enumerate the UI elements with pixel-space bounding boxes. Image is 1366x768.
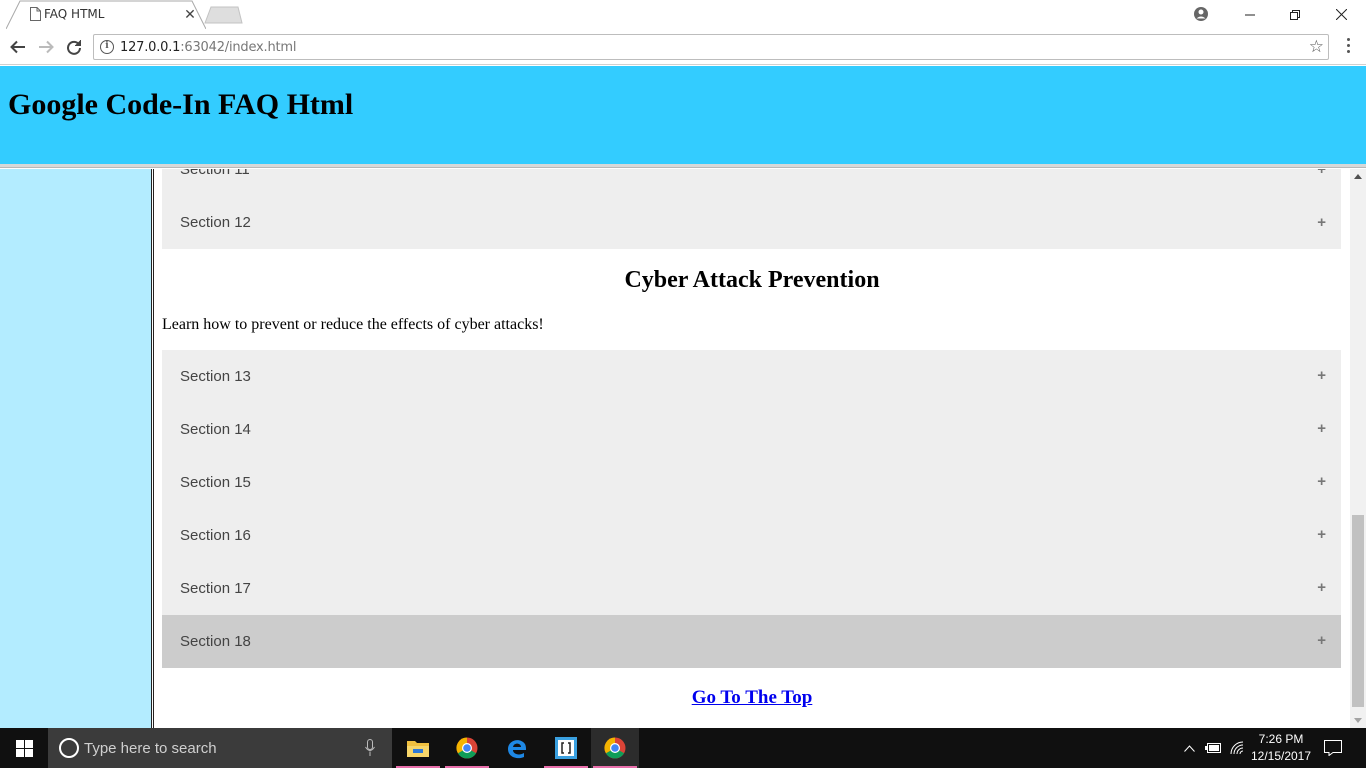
cortana-icon[interactable] xyxy=(59,738,79,758)
scroll-thumb[interactable] xyxy=(1352,515,1364,707)
clock-date: 12/15/2017 xyxy=(1250,749,1312,763)
accordion-button-section-12[interactable]: Section 12 + xyxy=(162,196,1341,249)
plus-icon: + xyxy=(1317,214,1326,231)
header-divider xyxy=(0,164,1366,168)
accordion-label: Section 13 xyxy=(180,368,251,385)
tab-title: FAQ HTML xyxy=(44,7,105,21)
system-clock[interactable]: 7:26 PM 12/15/2017 xyxy=(1246,731,1316,765)
main-content: Section 11 + Section 12 + Cyber Attack P… xyxy=(154,169,1350,728)
chrome-icon xyxy=(456,737,478,759)
notification-icon xyxy=(1324,740,1342,756)
forward-arrow-icon xyxy=(39,40,54,54)
windows-taskbar: Type here to search 7:26 PM 12/15/2017 xyxy=(0,728,1366,768)
scroll-down-arrow-icon[interactable] xyxy=(1354,718,1362,723)
taskbar-file-explorer[interactable] xyxy=(394,728,442,768)
reload-icon xyxy=(67,40,81,55)
taskbar-chrome[interactable] xyxy=(443,728,491,768)
accordion-button-section[interactable]: Section 16 + xyxy=(162,509,1341,562)
browser-tabstrip: FAQ HTML ✕ xyxy=(0,0,1366,29)
plus-icon: + xyxy=(1317,526,1326,543)
accordion-button-section[interactable]: Section 18 + xyxy=(162,615,1341,668)
accordion-button-section-11[interactable]: Section 11 + xyxy=(162,169,1341,196)
taskbar-edge[interactable] xyxy=(493,728,541,768)
section-description: Learn how to prevent or reduce the effec… xyxy=(162,316,544,333)
site-title: Google Code-In FAQ Html xyxy=(8,88,354,121)
back-button[interactable] xyxy=(8,37,28,57)
windows-logo-icon xyxy=(15,739,33,757)
accordion-label: Section 12 xyxy=(180,214,251,231)
taskbar-chrome-active[interactable] xyxy=(591,728,639,768)
scroll-up-arrow-icon[interactable] xyxy=(1354,174,1362,179)
close-window-button[interactable] xyxy=(1318,0,1364,29)
battery-tray-button[interactable] xyxy=(1203,728,1223,768)
wifi-icon xyxy=(1230,741,1243,755)
accordion-button-section[interactable]: Section 17 + xyxy=(162,562,1341,615)
battery-icon xyxy=(1205,743,1221,753)
back-arrow-icon xyxy=(10,40,25,54)
menu-kebab-icon[interactable] xyxy=(1343,38,1353,56)
action-center-button[interactable] xyxy=(1322,728,1344,768)
brackets-app-icon xyxy=(555,737,577,759)
restore-icon xyxy=(1290,9,1300,20)
new-tab-button[interactable] xyxy=(204,6,244,24)
plus-icon: + xyxy=(1317,367,1326,384)
browser-tab-active[interactable]: FAQ HTML ✕ xyxy=(6,0,206,29)
search-placeholder: Type here to search xyxy=(84,740,217,757)
accordion-item-section-11-12: Section 11 + Section 12 + xyxy=(162,169,1341,249)
chevron-up-icon xyxy=(1183,744,1195,752)
show-hidden-icons-button[interactable] xyxy=(1180,728,1198,768)
minimize-icon xyxy=(1245,14,1255,15)
bookmark-star-icon[interactable]: ☆ xyxy=(1309,38,1324,56)
network-tray-button[interactable] xyxy=(1227,728,1247,768)
address-bar[interactable]: i 127.0.0.1:63042/index.html ☆ xyxy=(93,34,1329,60)
accordion-label: Section 15 xyxy=(180,474,251,491)
file-explorer-icon xyxy=(407,741,429,757)
section-heading: Cyber Attack Prevention xyxy=(624,267,880,293)
plus-icon: + xyxy=(1317,579,1326,596)
edge-icon xyxy=(508,740,526,759)
accordion-button-section[interactable]: Section 14 + xyxy=(162,403,1341,456)
start-button[interactable] xyxy=(0,728,48,768)
chrome-icon xyxy=(604,737,626,759)
page-icon xyxy=(30,7,41,21)
site-header: Google Code-In FAQ Html xyxy=(0,66,1366,164)
plus-icon: + xyxy=(1317,169,1326,178)
forward-button[interactable] xyxy=(36,37,56,57)
accordion-label: Section 11 xyxy=(180,169,250,178)
info-icon[interactable]: i xyxy=(100,40,114,54)
close-icon xyxy=(1335,9,1347,20)
sidebar xyxy=(0,169,151,728)
microphone-icon[interactable] xyxy=(365,739,375,757)
accordion-button-section[interactable]: Section 15 + xyxy=(162,456,1341,509)
plus-icon: + xyxy=(1317,473,1326,490)
profile-icon[interactable] xyxy=(1193,6,1209,22)
url-text[interactable]: 127.0.0.1:63042/index.html xyxy=(120,40,296,55)
accordion-label: Section 14 xyxy=(180,421,251,438)
reload-button[interactable] xyxy=(64,37,84,57)
restore-button[interactable] xyxy=(1272,0,1318,29)
tab-close-icon[interactable]: ✕ xyxy=(182,6,198,22)
go-to-top-link[interactable]: Go To The Top xyxy=(154,687,1350,709)
clock-time: 7:26 PM xyxy=(1258,732,1304,746)
accordion-label: Section 17 xyxy=(180,580,251,597)
browser-toolbar: i 127.0.0.1:63042/index.html ☆ xyxy=(0,29,1366,65)
plus-icon: + xyxy=(1317,632,1326,649)
page-scrollbar[interactable] xyxy=(1350,169,1366,728)
minimize-button[interactable] xyxy=(1227,0,1273,29)
accordion-label: Section 18 xyxy=(180,633,251,650)
taskbar-app[interactable] xyxy=(542,728,590,768)
accordion-label: Section 16 xyxy=(180,527,251,544)
taskbar-search-box[interactable]: Type here to search xyxy=(48,728,392,768)
accordion-button-section[interactable]: Section 13 + xyxy=(162,350,1341,403)
plus-icon: + xyxy=(1317,420,1326,437)
